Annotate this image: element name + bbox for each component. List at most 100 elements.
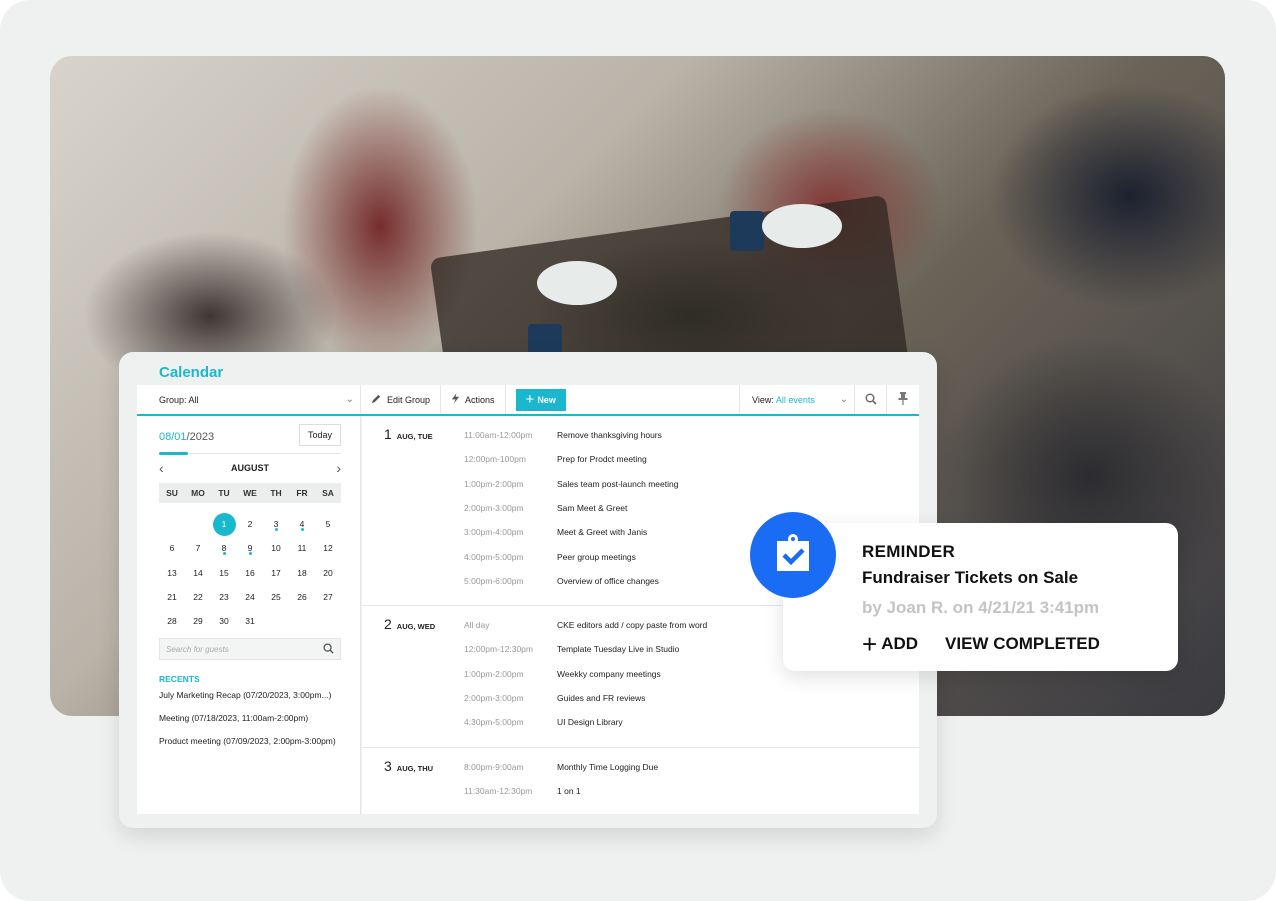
reminder-label: REMINDER (862, 542, 956, 561)
day-cell[interactable]: 9 (237, 536, 263, 560)
day-cell[interactable]: 11 (289, 536, 315, 560)
day-cell[interactable]: 14 (185, 561, 211, 585)
agenda-event[interactable]: 3:00pm-4:00pm Meet & Greet with Janis (464, 525, 647, 539)
add-label: ADD (881, 634, 919, 653)
today-button[interactable]: Today (299, 424, 341, 446)
pin-button[interactable] (887, 385, 919, 414)
event-indicator-dot (274, 528, 278, 531)
day-cell-selected[interactable]: 1 (211, 512, 237, 536)
event-time: 2:00pm-3:00pm (464, 502, 524, 513)
event-title: UI Design Library (557, 717, 623, 728)
agenda-event[interactable]: 4:00pm-5:00pm Peer group meetings (464, 550, 636, 564)
selected-date: 08/01/2023 (159, 431, 215, 443)
day-cell[interactable]: 17 (263, 561, 289, 585)
day-cell[interactable]: 25 (263, 585, 289, 609)
day-cell[interactable]: 5 (315, 512, 341, 536)
day-cell[interactable]: 2 (237, 512, 263, 536)
day-cell[interactable]: 15 (211, 561, 237, 585)
recent-item[interactable]: Product meeting (07/09/2023, 2:00pm-3:00… (159, 736, 336, 746)
month-navigation: ‹ AUGUST › (159, 460, 341, 476)
recent-item[interactable]: Meeting (07/18/2023, 11:00am-2:00pm) (159, 713, 308, 723)
weekday-label: TU (218, 488, 230, 498)
day-cell[interactable]: 8 (211, 536, 237, 560)
event-time: 1:00pm-2:00pm (464, 478, 524, 489)
day-cell[interactable]: 26 (289, 585, 315, 609)
edit-group-button[interactable]: Edit Group (361, 385, 442, 414)
empty-day-cell (263, 609, 289, 633)
reminder-card: REMINDER Fundraiser Tickets on Sale by J… (783, 523, 1178, 671)
agenda-event[interactable]: 12:00pm-12:30pm Template Tuesday Live in … (464, 642, 679, 656)
event-indicator-dot (222, 552, 226, 556)
recent-item[interactable]: July Marketing Recap (07/20/2023, 3:00pm… (159, 690, 331, 700)
agenda-event[interactable]: 4:30pm-5:00pm UI Design Library (464, 715, 623, 729)
lightning-icon (451, 393, 460, 406)
view-completed-button[interactable]: VIEW COMPLETED (945, 634, 1100, 654)
weekday-label: SA (322, 488, 334, 498)
clipboard-check-icon (775, 533, 811, 578)
add-button[interactable]: + ADD (862, 629, 919, 659)
prev-month-icon[interactable]: ‹ (159, 460, 164, 476)
day-number: 1 (384, 426, 392, 442)
day-cell[interactable]: 28 (159, 609, 185, 633)
agenda-event[interactable]: 8:00pm-9:00am Monthly Time Logging Due (464, 760, 658, 774)
event-title: Weekky company meetings (557, 668, 661, 679)
event-title: CKE editors add / copy paste from word (557, 620, 708, 631)
new-event-button[interactable]: + New (515, 388, 566, 411)
agenda-event[interactable]: 5:00pm-6:00pm Overview of office changes (464, 574, 659, 588)
actions-button[interactable]: Actions (441, 385, 506, 414)
event-time: All day (464, 620, 490, 631)
event-time: 5:00pm-6:00pm (464, 575, 524, 586)
day-cell[interactable]: 6 (159, 536, 185, 560)
group-select[interactable]: Group: All ⌄ (137, 385, 361, 414)
day-cell[interactable]: 16 (237, 561, 263, 585)
search-guests-input[interactable]: Search for guests (159, 638, 341, 660)
event-time: 11:00am-12:00pm (464, 430, 533, 440)
agenda-event[interactable]: 1:00pm-2:00pm Weekky company meetings (464, 667, 661, 681)
day-cell[interactable]: 10 (263, 536, 289, 560)
agenda-event[interactable]: 1:00pm-2:00pm Sales team post-launch meet… (464, 477, 678, 491)
reminder-byline: by Joan R. on 4/21/21 3:41pm (862, 598, 1100, 617)
agenda-event[interactable]: 11:00am-12:00pm Remove thanksgiving hours (464, 428, 662, 442)
day-cell[interactable]: 21 (159, 585, 185, 609)
day-cell[interactable]: 24 (237, 585, 263, 609)
next-month-icon[interactable]: › (336, 460, 341, 476)
day-cell[interactable]: 22 (185, 585, 211, 609)
calendar-title: Calendar (159, 364, 224, 381)
day-cell[interactable]: 27 (315, 585, 341, 609)
day-cell[interactable]: 7 (185, 536, 211, 560)
day-cell[interactable]: 29 (185, 609, 211, 633)
view-value: All events (775, 394, 815, 405)
day-cell[interactable]: 20 (315, 561, 341, 585)
new-label: New (537, 394, 556, 405)
calendar-toolbar: Group: All ⌄ Edit Group Actions + New Vi… (137, 385, 919, 416)
event-time: 11:30am-12:30pm (464, 785, 533, 796)
plus-icon: + (525, 391, 535, 408)
day-cell[interactable]: 12 (315, 536, 341, 560)
day-cell[interactable]: 23 (211, 585, 237, 609)
agenda-event[interactable]: All day CKE editors add / copy paste from… (464, 618, 707, 632)
search-button[interactable] (855, 385, 887, 414)
day-cell[interactable]: 3 (263, 512, 289, 536)
view-select[interactable]: View: All events ⌄ (739, 385, 855, 414)
empty-day-cell (315, 609, 341, 633)
day-cell[interactable]: 13 (159, 561, 185, 585)
day-cell[interactable]: 18 (289, 561, 315, 585)
agenda-event[interactable]: 12:00pm-100pm Prep for Prodct meeting (464, 452, 647, 466)
date-sidebar: 08/01/2023 Today ‹ AUGUST › SU MO TU WE TH FR… (137, 416, 361, 814)
agenda-event[interactable]: 2:00pm-3:00pm Guides and FR reviews (464, 691, 645, 705)
day-cell[interactable]: 31 (237, 609, 263, 633)
event-title: Template Tuesday Live in Studio (557, 644, 680, 655)
event-title: Monthly Time Logging Due (557, 761, 659, 772)
agenda-event[interactable]: 11:30am-12:30pm 1 on 1 (464, 784, 581, 798)
event-time: 4:00pm-5:00pm (464, 551, 524, 562)
event-title: Remove thanksgiving hours (557, 430, 662, 440)
agenda-day-header: 3 AUG, THU (384, 758, 433, 774)
plus-icon: + (862, 629, 878, 659)
day-cell[interactable]: 4 (289, 512, 315, 536)
event-title: Peer group meetings (557, 551, 636, 562)
search-icon (865, 393, 877, 407)
pencil-icon (371, 393, 382, 406)
day-cell[interactable]: 30 (211, 609, 237, 633)
agenda-event[interactable]: 2:00pm-3:00pm Sam Meet & Greet (464, 501, 627, 515)
chevron-down-icon: ⌄ (345, 394, 354, 405)
